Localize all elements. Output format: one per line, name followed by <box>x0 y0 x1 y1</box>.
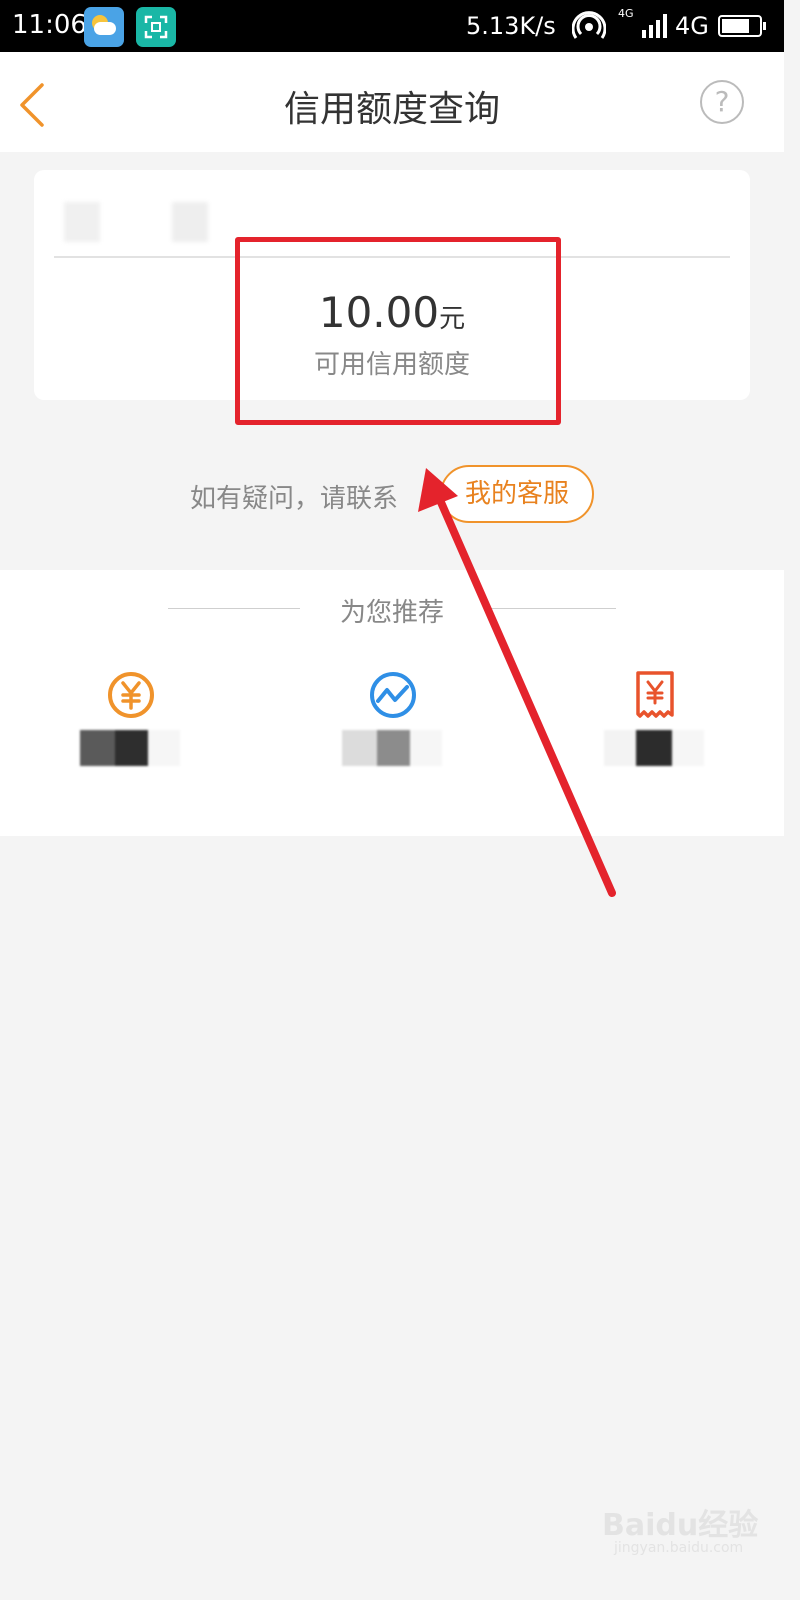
baidu-watermark: Baidu经验 <box>602 1508 759 1543</box>
red-arrow-icon <box>418 468 616 897</box>
baidu-watermark-url: jingyan.baidu.com <box>614 1540 744 1556</box>
